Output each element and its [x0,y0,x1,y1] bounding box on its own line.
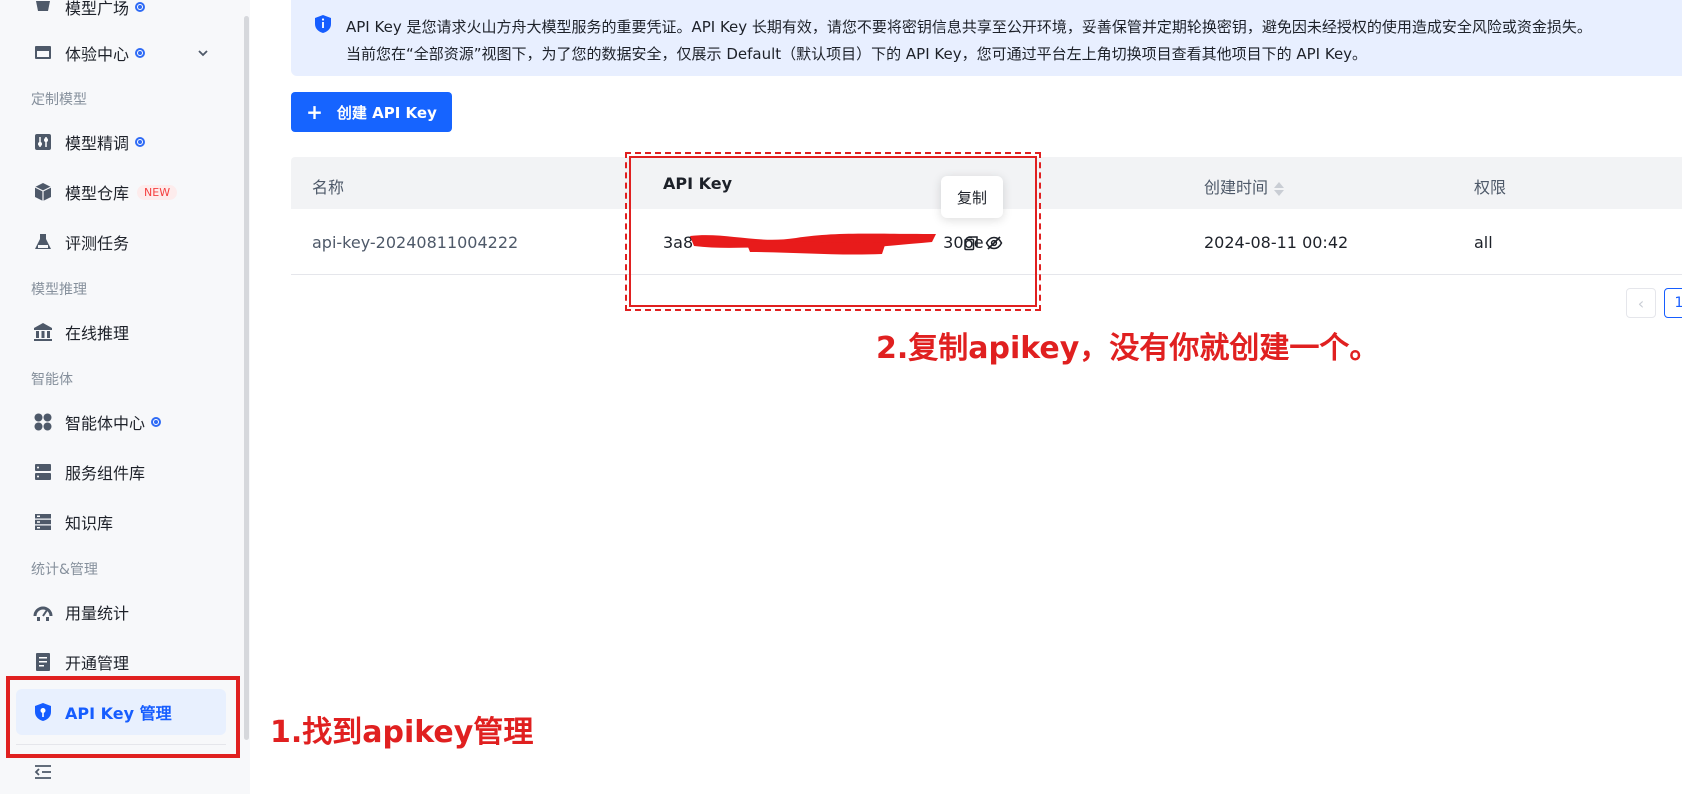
sidebar-item-label: 体验中心 [65,45,130,64]
column-header-created-label: 创建时间 [1204,178,1269,197]
sidebar-item-usage[interactable]: 用量统计 [16,589,226,635]
apps-icon [33,412,53,432]
new-dot-icon [135,2,146,12]
sidebar-item-label: 模型广场 [65,0,130,18]
database-icon [33,512,53,532]
sidebar-item-experience[interactable]: 体验中心 [16,30,226,76]
annotation-box-sidebar [6,676,240,758]
chevron-down-icon[interactable] [194,44,212,62]
sidebar-item-label: 在线推理 [65,324,130,343]
playground-icon [33,0,53,17]
sidebar-item-playground[interactable]: 模型广场 [16,0,226,30]
new-dot-icon [135,48,146,58]
column-header-permission: 权限 [1474,178,1507,197]
sidebar-item-label: 模型仓库 [65,184,130,203]
sidebar-item-knowledge[interactable]: 知识库 [16,499,226,545]
collapse-sidebar-icon[interactable] [33,762,53,782]
sidebar-group-custom: 定制模型 [31,92,87,108]
sidebar-item-agent-center[interactable]: 智能体中心 [16,399,226,445]
sidebar-item-finetune[interactable]: 模型精调 [16,119,226,165]
column-header-name: 名称 [312,178,345,197]
pagination-prev-button[interactable]: ‹ [1626,288,1656,318]
annotation-box-api-key [625,152,1041,311]
tune-icon [33,132,53,152]
sidebar-item-label: 开通管理 [65,654,130,673]
sidebar-item-label: 用量统计 [65,604,130,623]
sidebar-item-label: 知识库 [65,514,114,533]
new-badge: NEW [137,184,178,200]
sidebar-item-components[interactable]: 服务组件库 [16,449,226,495]
pagination-page-1[interactable]: 1 [1664,288,1682,318]
info-shield-icon [315,15,331,33]
sidebar-item-evaluation[interactable]: 评测任务 [16,219,226,265]
banner-text-line2: 当前您在“全部资源”视图下，为了您的数据安全，仅展示 Default（默认项目）… [346,45,1368,63]
row-created: 2024-08-11 00:42 [1204,233,1349,252]
sidebar-group-inference: 模型推理 [31,282,87,298]
new-dot-icon [151,417,162,427]
document-icon [33,652,53,672]
column-header-created[interactable]: 创建时间 [1204,174,1285,198]
sidebar-scrollbar[interactable] [244,16,249,740]
annotation-step1: 1.找到apikey管理 [270,715,534,750]
gauge-icon [33,602,53,622]
sidebar-item-repo[interactable]: 模型仓库 NEW [16,169,226,215]
create-api-key-button[interactable]: + 创建 API Key [291,92,452,132]
new-dot-icon [135,137,146,147]
banner-text-line1: API Key 是您请求火山方舟大模型服务的重要凭证。API Key 长期有效，… [346,18,1592,36]
sidebar-item-label: 服务组件库 [65,464,146,483]
sidebar-group-stats: 统计&管理 [31,562,98,578]
plus-icon: + [306,100,323,124]
building-icon [33,322,53,342]
flask-icon [33,232,53,252]
sort-icon[interactable] [1274,181,1285,197]
annotation-step2: 2.复制apikey，没有你就创建一个。 [876,331,1380,366]
sidebar-item-label: 模型精调 [65,134,130,153]
row-name: api-key-20240811004222 [312,233,519,252]
create-api-key-label: 创建 API Key [336,103,437,122]
info-banner: API Key 是您请求火山方舟大模型服务的重要凭证。API Key 长期有效，… [291,0,1682,76]
sidebar: 模型广场 体验中心 定制模型 模型精调 模型仓库 NEW 评测任务 模型推理 在… [0,0,250,794]
monitor-icon [33,43,53,63]
sidebar-group-agent: 智能体 [31,372,73,388]
sidebar-item-label: 评测任务 [65,234,130,253]
sidebar-item-online[interactable]: 在线推理 [16,309,226,355]
row-permission: all [1474,233,1493,252]
sidebar-item-label: 智能体中心 [65,414,146,433]
server-icon [33,462,53,482]
cube-icon [33,182,53,202]
